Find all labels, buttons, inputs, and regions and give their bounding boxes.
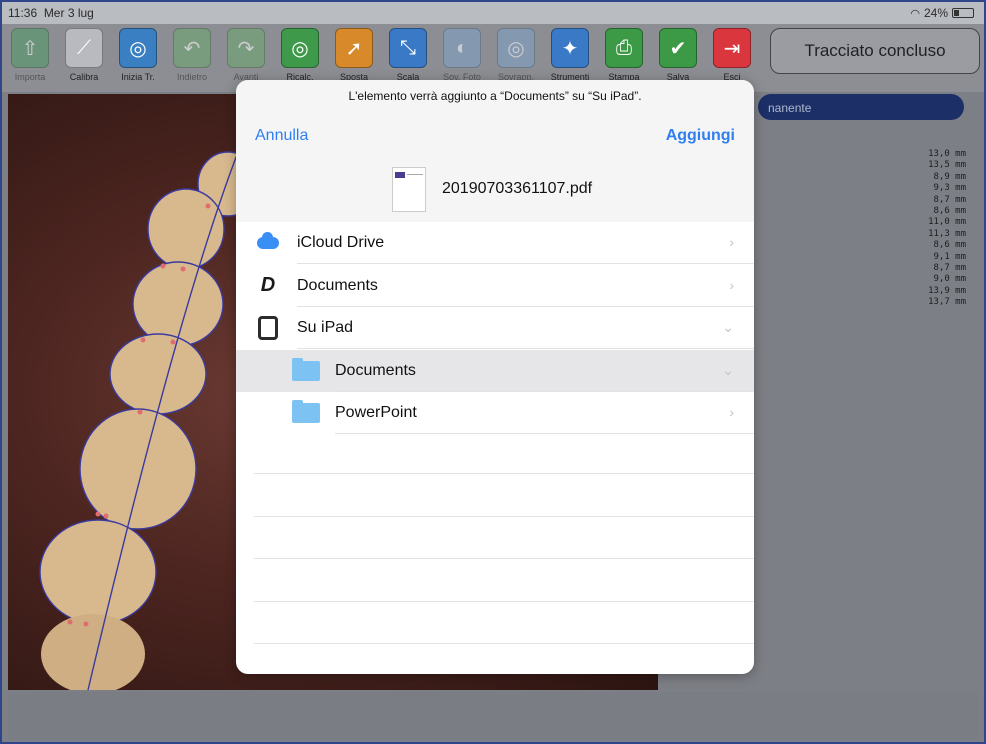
ipad-screen: 11:36 Mer 3 lug ◠ 24% ⇧ Importa ⟋ Calibra ◎ I… <box>0 0 986 744</box>
save-icon: ✔ <box>659 28 697 68</box>
list-divider <box>254 558 754 559</box>
icloud-icon <box>256 232 280 253</box>
measurement-value: 13,9 mm <box>928 285 966 296</box>
toolbar-button-undo[interactable]: ↶ Indietro <box>170 28 214 88</box>
list-divider <box>254 601 754 602</box>
chevron-right-icon: › <box>729 276 734 293</box>
toolbar-button-label: Inizia Tr. <box>121 72 155 82</box>
overlay-icon: ◎ <box>497 28 535 68</box>
status-time: 11:36 Mer 3 lug <box>8 6 94 20</box>
chevron-right-icon: › <box>729 404 734 420</box>
add-button[interactable]: Aggiungi <box>666 127 735 145</box>
folder-icon <box>292 357 320 381</box>
chevron-right-icon: › <box>729 234 734 250</box>
documents-app-icon: D <box>260 274 276 296</box>
toolbar-button-save[interactable]: ✔ Salva <box>656 28 700 88</box>
exit-icon: ⇥ <box>713 28 751 68</box>
location-label: Documents <box>335 361 416 379</box>
import-icon: ⇧ <box>11 28 49 68</box>
location-label: PowerPoint <box>335 404 417 421</box>
location-row-icloud-drive[interactable]: iCloud Drive › <box>236 222 754 264</box>
save-to-files-sheet: L'elemento verrà aggiunto a “Documents” … <box>236 80 754 674</box>
tooth-outline <box>147 188 225 270</box>
location-row-documents[interactable]: D Documents › <box>236 265 754 307</box>
panel-tab[interactable]: nanente <box>758 94 964 120</box>
battery-icon <box>952 8 974 18</box>
calibrate-icon: ⟋ <box>65 28 103 68</box>
chevron-down-icon: ⌄ <box>722 319 734 335</box>
redo-icon: ↷ <box>227 28 265 68</box>
undo-icon: ↶ <box>173 28 211 68</box>
location-label: Documents <box>297 276 378 294</box>
ipad-icon <box>256 316 280 340</box>
measurement-value: 13,0 mm <box>928 149 966 159</box>
toolbar-button-label: Indietro <box>176 72 208 82</box>
start-trace-icon: ◎ <box>119 28 157 68</box>
location-label: iCloud Drive <box>297 234 385 251</box>
cancel-button[interactable]: Annulla <box>255 127 308 145</box>
photo-overlay-icon: ◐ <box>443 28 481 68</box>
toolbar-button-photo-overlay[interactable]: ◐ Sov. Foto <box>440 28 484 88</box>
tooth-outline <box>39 519 157 625</box>
measurement-value: 13,5 mm <box>928 160 966 171</box>
toolbar-button-tools[interactable]: ✦ Strumenti <box>548 28 592 88</box>
measurement-list: 13,0 mm 13,5 mm 8,9 mm 9,3 mm 8,7 mm 8,6 mm 11… <box>902 149 966 309</box>
measurement-value: 8,7 mm <box>933 194 966 205</box>
toolbar-button-recalc[interactable]: ◎ Ricalc. <box>278 28 322 88</box>
scale-icon: ⤡ <box>389 28 427 68</box>
toolbar-button-start-trace[interactable]: ◎ Inizia Tr. <box>116 28 160 88</box>
recalc-icon: ◎ <box>281 28 319 68</box>
file-name: 20190703361107.pdf <box>442 180 593 197</box>
toolbar-button-calibrate[interactable]: ⟋ Calibra <box>62 28 106 88</box>
measurement-value: 8,9 mm <box>933 171 966 182</box>
status-date: Mer 3 lug <box>43 6 94 20</box>
measurement-value: 9,1 mm <box>933 251 966 262</box>
measurement-value: 9,3 mm <box>933 183 966 194</box>
tooth-outline <box>79 408 197 530</box>
list-divider <box>254 643 754 644</box>
measurement-value: 11,3 mm <box>928 228 966 239</box>
measurement-value: 8,6 mm <box>933 206 966 217</box>
folder-icon <box>292 400 320 423</box>
bottom-area <box>8 692 978 740</box>
toolbar-button-scale[interactable]: ⤡ Scala <box>386 28 430 88</box>
toolbar-button-redo[interactable]: ↷ Avanti <box>224 28 268 88</box>
pdf-thumbnail <box>392 167 426 212</box>
measurement-value: 8,7 mm <box>933 263 966 274</box>
toolbar-button-label: Importa <box>14 72 46 82</box>
tooth-outline <box>132 261 224 347</box>
measurement-value: 8,6 mm <box>933 240 966 251</box>
destination-notice: L'elemento verrà aggiunto a “Documents” … <box>348 89 642 103</box>
list-divider <box>254 516 754 517</box>
move-icon: ➚ <box>335 28 373 68</box>
location-row-su-ipad[interactable]: Su iPad ⌄ <box>236 307 754 349</box>
trace-done-button[interactable]: Tracciato concluso <box>770 28 980 74</box>
chevron-down-icon: ⌄ <box>722 361 734 378</box>
battery-percent: 24% <box>923 6 948 20</box>
toolbar-button-label: Calibra <box>69 72 99 82</box>
wifi-icon: ◠ <box>910 7 920 20</box>
list-divider <box>254 473 754 474</box>
measurement-value: 11,0 mm <box>928 217 966 228</box>
measurement-value: 9,0 mm <box>933 274 966 285</box>
toolbar-button-overlay[interactable]: ◎ Sovrapp. <box>494 28 538 88</box>
tooth-outline <box>109 333 207 415</box>
toolbar-button-print[interactable]: ⎙ Stampa <box>602 28 646 88</box>
row-divider <box>335 433 754 434</box>
status-bar: 11:36 Mer 3 lug ◠ 24% <box>2 2 984 24</box>
location-row-documents[interactable]: Documents ⌄ <box>236 349 754 392</box>
print-icon: ⎙ <box>605 28 643 68</box>
toolbar-button-import[interactable]: ⇧ Importa <box>8 28 52 88</box>
location-row-powerpoint[interactable]: PowerPoint › <box>236 392 754 434</box>
tooth <box>41 614 145 690</box>
sheet-header: L'elemento verrà aggiunto a “Documents” … <box>236 80 754 222</box>
tools-icon: ✦ <box>551 28 589 68</box>
status-right: ◠ 24% <box>910 6 974 20</box>
toolbar-button-move[interactable]: ➚ Sposta <box>332 28 376 88</box>
location-label: Su iPad <box>297 319 354 336</box>
toolbar-button-exit[interactable]: ⇥ Esci <box>710 28 754 88</box>
measurement-value: 13,7 mm <box>928 297 966 308</box>
